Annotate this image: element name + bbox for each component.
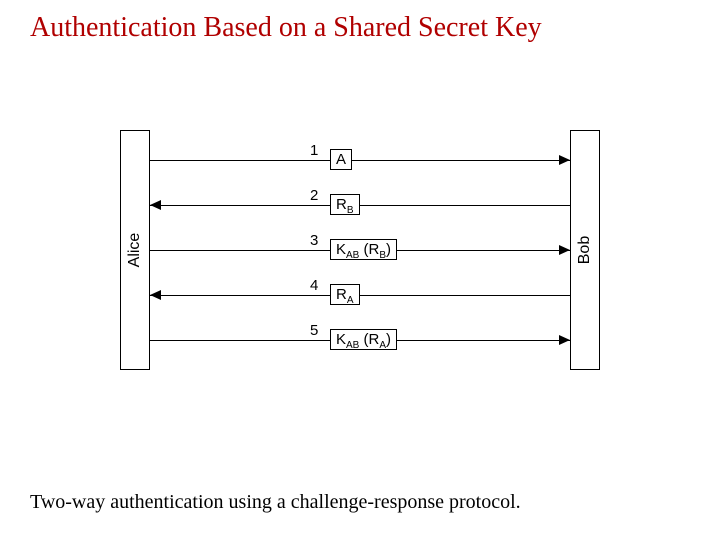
arrow-left-icon [150, 200, 161, 210]
party-bob-box: Bob [570, 130, 600, 370]
message-label: A [330, 149, 352, 170]
message-line [150, 160, 570, 161]
message-line [150, 205, 570, 206]
step-number: 2 [310, 187, 318, 204]
party-alice-label: Alice [126, 233, 144, 268]
arrow-right-icon [559, 155, 570, 165]
step-number: 3 [310, 232, 318, 249]
sequence-diagram: Alice Bob 1 A 2 RB 3 KAB (RB) 4 RA 5 KAB… [120, 130, 600, 370]
message-label: KAB (RB) [330, 239, 397, 260]
page-title: Authentication Based on a Shared Secret … [30, 12, 542, 44]
party-alice-box: Alice [120, 130, 150, 370]
step-number: 5 [310, 322, 318, 339]
figure-caption: Two-way authentication using a challenge… [30, 491, 521, 514]
message-label: KAB (RA) [330, 329, 397, 350]
party-bob-label: Bob [576, 236, 594, 264]
arrow-right-icon [559, 335, 570, 345]
arrow-right-icon [559, 245, 570, 255]
message-label: RA [330, 284, 360, 305]
arrow-left-icon [150, 290, 161, 300]
message-line [150, 295, 570, 296]
message-label: RB [330, 194, 360, 215]
step-number: 1 [310, 142, 318, 159]
step-number: 4 [310, 277, 318, 294]
